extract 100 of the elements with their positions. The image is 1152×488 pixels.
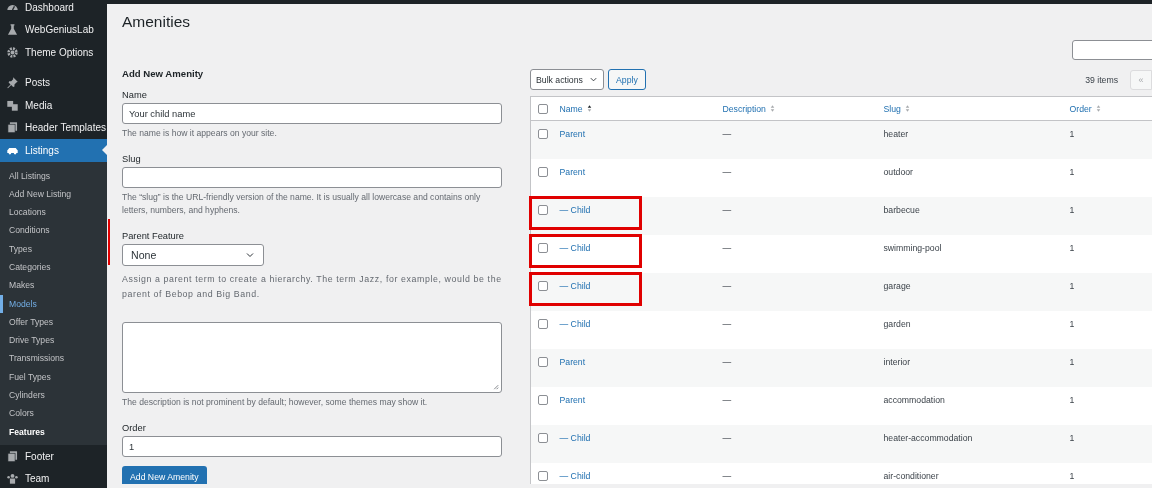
row-checkbox[interactable] [538, 394, 548, 405]
description-field[interactable] [122, 322, 502, 393]
team-icon [6, 472, 19, 486]
submenu-item[interactable]: Categories [0, 258, 107, 277]
chevron-down-icon [589, 75, 598, 84]
table-cell: garage [883, 272, 1070, 311]
column-header[interactable]: Order [1069, 103, 1102, 114]
row-checkbox[interactable] [538, 166, 548, 177]
table-cell: garden [883, 310, 1070, 349]
submenu-item[interactable]: Cylinders [0, 386, 107, 405]
menu-item[interactable]: Posts [0, 71, 107, 94]
table-cell: barbecue [883, 196, 1070, 235]
field-label: Parent Feature [122, 231, 185, 241]
help-text: The “slug” is the URL-friendly version of the name. It is usually all lowercase and contains only letters, numbers, and hyphens. [122, 191, 482, 217]
submenu-item[interactable]: Types [0, 239, 107, 258]
table-cell: 1 [1069, 348, 1152, 387]
menu-item[interactable]: Header Templates [0, 116, 107, 139]
term-name-link[interactable]: — Child [559, 242, 591, 253]
order-field[interactable]: 1 [122, 436, 502, 457]
search-field[interactable] [1072, 40, 1152, 60]
table-cell: swimming-pool [883, 234, 1070, 273]
help-text: Assign a parent term to create a hierarchy. The term Jazz, for example, would be the parent of Bebop and Big Band. [122, 273, 502, 301]
field-label: Slug [122, 154, 142, 164]
form-heading: Add New Amenity [122, 68, 205, 79]
menu-item[interactable]: Footer [0, 444, 107, 468]
submenu-item[interactable]: Fuel Types [0, 367, 107, 387]
table-cell: 1 [1069, 196, 1152, 235]
submenu-item[interactable]: Makes [0, 276, 107, 295]
table-cell: outdoor [883, 158, 1070, 197]
gear-icon [6, 45, 19, 59]
submenu-item[interactable]: Models [0, 294, 107, 313]
name-field[interactable]: Your child name [122, 103, 502, 124]
submenu-item[interactable]: Transmissions [0, 349, 107, 368]
column-header[interactable]: Description [722, 103, 776, 114]
table-cell: 1 [1069, 386, 1152, 425]
submenu-item[interactable]: Features [0, 422, 107, 441]
row-checkbox[interactable] [538, 129, 548, 139]
submit-button[interactable]: Add New Amenity [122, 466, 207, 484]
table-cell: — [722, 424, 884, 463]
row-checkbox[interactable] [538, 280, 548, 291]
submenu-item[interactable]: Locations [0, 203, 107, 222]
row-checkbox[interactable] [538, 470, 548, 481]
table-cell: air-conditioner [883, 462, 1070, 484]
menu-item[interactable]: Listings [0, 139, 107, 162]
table-cell: 1 [1069, 120, 1152, 159]
submenu-item[interactable]: All Listings [0, 166, 107, 185]
chevron-down-icon [245, 250, 255, 260]
menu-item[interactable]: WebGeniusLab [0, 18, 107, 41]
pages-icon [6, 449, 19, 463]
parent-select[interactable]: None [122, 244, 264, 266]
help-text: The name is how it appears on your site. [122, 127, 278, 140]
table-cell: 1 [1069, 234, 1152, 273]
submenu-item[interactable]: Colors [0, 404, 107, 423]
row-checkbox[interactable] [538, 318, 548, 329]
menu-item[interactable]: Dashboard [0, 0, 107, 19]
menu-item[interactable]: Media [0, 94, 107, 117]
table-cell: 1 [1069, 272, 1152, 311]
term-name-link[interactable]: Parent [559, 394, 586, 405]
term-name-link[interactable]: — Child [559, 470, 591, 481]
menu-item[interactable]: Team [0, 467, 107, 488]
select-all-checkbox[interactable] [538, 104, 548, 114]
submenu-item[interactable]: Offer Types [0, 312, 107, 332]
submenu-item[interactable]: Drive Types [0, 331, 107, 350]
field-label: Name [122, 90, 148, 100]
table-cell: — [722, 462, 884, 484]
submenu-item[interactable]: Conditions [0, 221, 107, 240]
menu-item[interactable]: Theme Options [0, 41, 107, 64]
table-cell: 1 [1069, 462, 1152, 484]
row-checkbox[interactable] [538, 356, 548, 367]
table-cell: — [722, 310, 884, 349]
row-checkbox[interactable] [538, 242, 548, 253]
table-cell: — [722, 386, 884, 425]
resize-handle-icon [491, 382, 499, 390]
column-header[interactable]: Slug [883, 103, 911, 114]
term-name-link[interactable]: — Child [559, 280, 591, 291]
table-cell: 1 [1069, 310, 1152, 349]
term-name-link[interactable]: Parent [559, 129, 586, 139]
bulk-actions-select[interactable]: Bulk actions [530, 69, 604, 90]
table-cell: heater [883, 120, 1070, 159]
term-name-link[interactable]: Parent [559, 356, 586, 367]
table-cell: — [722, 272, 884, 311]
pin-icon [6, 76, 19, 90]
item-count: 39 items [1085, 74, 1118, 85]
row-checkbox[interactable] [538, 432, 548, 443]
table-cell: 1 [1069, 158, 1152, 197]
table-cell: — [722, 348, 884, 387]
term-name-link[interactable]: — Child [559, 432, 591, 443]
table-cell: interior [883, 348, 1070, 387]
flask-icon [6, 23, 19, 37]
slug-field[interactable] [122, 167, 502, 188]
row-checkbox[interactable] [538, 204, 548, 215]
pages-icon [6, 121, 19, 135]
column-header[interactable]: Name [559, 103, 593, 114]
term-name-link[interactable]: — Child [559, 204, 591, 215]
table-cell: accommodation [883, 386, 1070, 425]
term-name-link[interactable]: — Child [559, 318, 591, 329]
submenu-item[interactable]: Add New Listing [0, 184, 107, 204]
apply-button[interactable]: Apply [608, 69, 646, 90]
term-name-link[interactable]: Parent [559, 166, 586, 177]
table-cell: 1 [1069, 424, 1152, 463]
